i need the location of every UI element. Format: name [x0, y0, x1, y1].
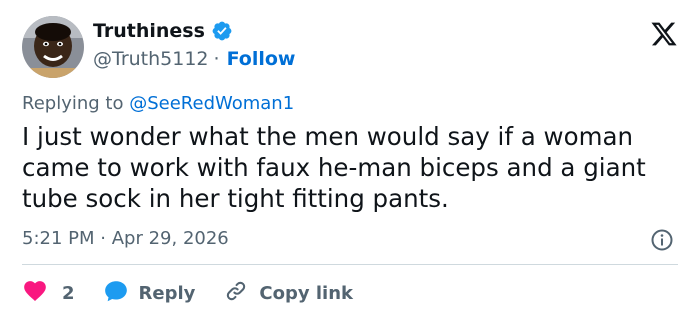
- tweet-timestamp[interactable]: 5:21 PM · Apr 29, 2026: [22, 228, 229, 249]
- author-name[interactable]: Truthiness: [93, 20, 205, 42]
- avatar[interactable]: [22, 16, 84, 78]
- reply-context-prefix: Replying to: [22, 93, 124, 114]
- reply-label: Reply: [138, 283, 196, 304]
- info-icon[interactable]: [650, 228, 674, 252]
- avatar-image: [22, 16, 84, 78]
- x-logo-icon[interactable]: [650, 20, 678, 48]
- tweet-time: 5:21 PM: [22, 228, 95, 249]
- separator-dot: ·: [213, 48, 220, 70]
- action-bar: 2 Reply Copy link: [22, 278, 353, 309]
- heart-icon: [22, 278, 48, 309]
- reply-mention-link[interactable]: @SeeRedWoman1: [129, 93, 294, 114]
- link-icon: [223, 278, 249, 309]
- reply-button[interactable]: Reply: [103, 278, 224, 309]
- copy-link-label: Copy link: [259, 283, 353, 304]
- reply-context: Replying to @SeeRedWoman1: [22, 93, 294, 114]
- follow-button[interactable]: Follow: [227, 48, 296, 70]
- author-handle-row: @Truth5112 · Follow: [93, 48, 295, 70]
- divider: [22, 264, 678, 265]
- tweet-date: Apr 29, 2026: [111, 228, 229, 249]
- like-count: 2: [62, 283, 75, 304]
- author-handle[interactable]: @Truth5112: [93, 48, 209, 70]
- speech-bubble-icon: [103, 278, 129, 309]
- tweet-text: I just wonder what the men would say if …: [22, 122, 646, 213]
- timestamp-separator: ·: [100, 228, 106, 249]
- copy-link-button[interactable]: Copy link: [223, 278, 353, 309]
- like-button[interactable]: 2: [22, 278, 103, 309]
- verified-badge-icon: [211, 20, 233, 42]
- author-name-row: Truthiness: [93, 20, 233, 42]
